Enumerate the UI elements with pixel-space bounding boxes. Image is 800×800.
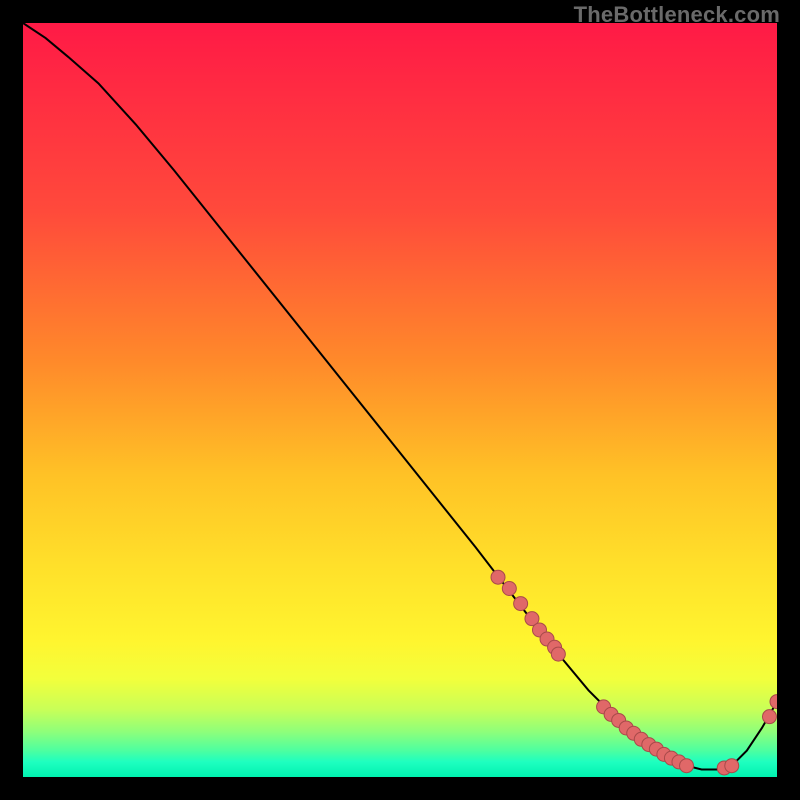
highlight-dot (770, 695, 777, 709)
plot-area (23, 23, 777, 777)
highlight-dot (680, 759, 694, 773)
highlight-dot (762, 710, 776, 724)
highlight-dot (514, 597, 528, 611)
highlight-dot (491, 570, 505, 584)
highlight-dot (725, 759, 739, 773)
highlight-dot (551, 647, 565, 661)
highlight-dot (502, 582, 516, 596)
highlighted-dots-group (491, 570, 777, 775)
bottleneck-curve (23, 23, 777, 769)
chart-overlay-svg (23, 23, 777, 777)
chart-stage: TheBottleneck.com (0, 0, 800, 800)
